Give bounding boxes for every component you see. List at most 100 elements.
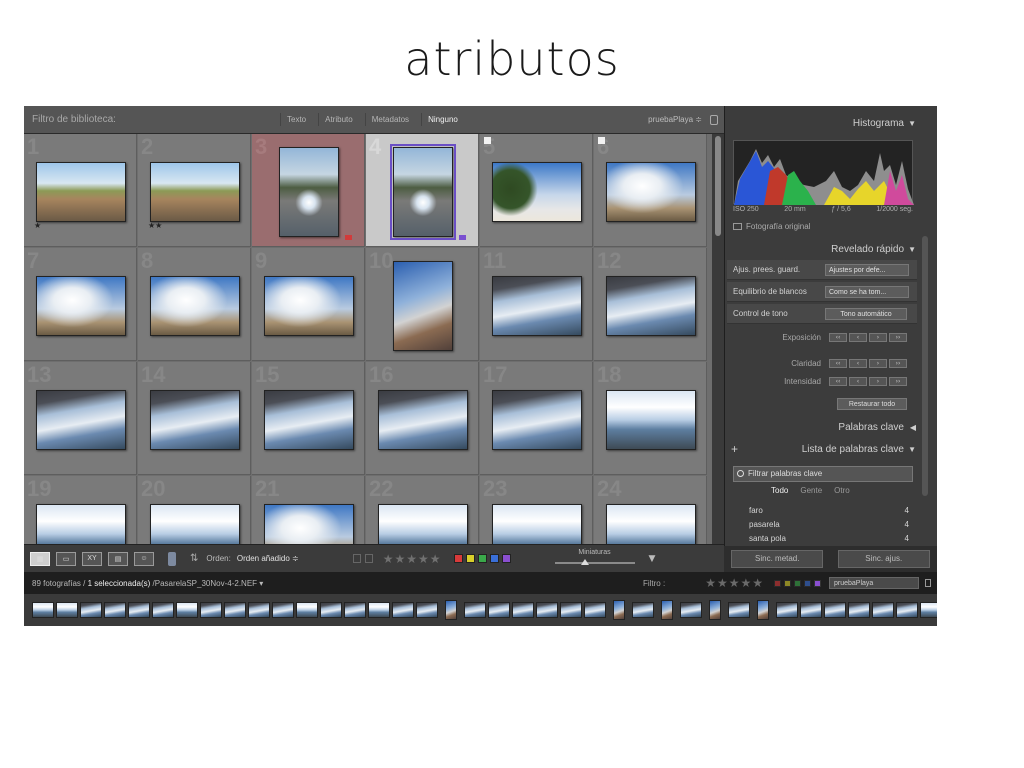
color-label-blue[interactable] [489,554,499,563]
filmstrip-color-green[interactable] [794,579,801,587]
photo-thumbnail[interactable] [150,162,240,222]
photo-thumbnail[interactable] [606,504,696,544]
step-down-button[interactable]: ‹ [849,358,867,368]
filmstrip-thumbnail[interactable] [445,600,457,620]
grid-cell[interactable]: 21 [252,476,365,544]
filmstrip-color-purple[interactable] [814,579,821,587]
grid-cell[interactable]: 10 [366,248,479,361]
thumbnail-slider-track[interactable] [554,561,635,564]
loupe-view-icon[interactable]: ▭ [56,551,76,566]
photo-thumbnail[interactable] [378,390,468,450]
histogram-header[interactable]: Histograma ▼ [725,114,920,134]
photo-thumbnail[interactable] [393,261,453,351]
grid-cell[interactable]: 5 [480,134,593,247]
cell-rating-stars[interactable]: ★ [34,221,41,230]
rating-stars[interactable]: ★★★★★ [383,552,442,566]
spray-can-icon[interactable] [168,551,176,566]
step-up-button[interactable]: › [869,332,887,342]
step-down-button[interactable]: ‹ [849,376,867,386]
filmstrip-thumbnail[interactable] [80,602,102,618]
filter-tab-attribute[interactable]: Atributo [318,113,359,126]
grid-cell[interactable]: 16 [366,362,479,475]
filmstrip-color-yellow[interactable] [784,579,791,587]
flag-icon[interactable] [598,137,605,144]
grid-scrollbar[interactable] [712,134,724,544]
photo-thumbnail[interactable] [264,276,354,336]
step-down-large-button[interactable]: ‹‹ [829,376,847,386]
filmstrip-thumbnail[interactable] [613,600,625,620]
thumbnail-slider-knob[interactable] [580,558,589,565]
grid-cell[interactable]: 22 [366,476,479,544]
grid-cell[interactable]: 7 [24,248,137,361]
collapse-triangle-icon[interactable]: ▼ [908,240,916,260]
photo-thumbnail[interactable] [492,504,582,544]
color-label-purple[interactable] [501,554,511,563]
collapse-triangle-icon[interactable]: ▼ [908,114,916,134]
step-down-large-button[interactable]: ‹‹ [829,332,847,342]
filmstrip-thumbnail[interactable] [848,602,870,618]
filmstrip-thumbnail[interactable] [512,602,534,618]
photo-thumbnail[interactable] [492,276,582,336]
keyword-tab-other[interactable]: Otro [834,486,850,495]
filmstrip-thumbnail[interactable] [896,602,918,618]
filmstrip-thumbnail[interactable] [709,600,721,620]
keyword-tab-all[interactable]: Todo [771,486,788,495]
step-up-button[interactable]: › [869,358,887,368]
filmstrip-thumbnail[interactable] [56,602,78,618]
color-label-red[interactable] [453,554,463,563]
filmstrip-thumbnail[interactable] [248,602,270,618]
filmstrip-thumbnail[interactable] [344,602,366,618]
collapse-triangle-icon[interactable]: ◀ [910,418,916,438]
filmstrip-thumbnail[interactable] [800,602,822,618]
filmstrip-preset-select[interactable]: pruebaPlaya [829,577,919,589]
filter-tab-none[interactable]: Ninguno [421,113,464,126]
color-label-yellow[interactable] [465,554,475,563]
color-label-chip[interactable] [345,235,352,240]
keyword-list-header[interactable]: Lista de palabras clave ▼ [725,440,920,460]
step-up-button[interactable]: › [869,376,887,386]
photo-thumbnail[interactable] [36,390,126,450]
photo-thumbnail[interactable] [36,504,126,544]
photo-thumbnail[interactable] [378,504,468,544]
filmstrip-thumbnail[interactable] [661,600,673,620]
filmstrip-thumbnail[interactable] [757,600,769,620]
photo-thumbnail[interactable] [279,147,339,237]
photo-thumbnail[interactable] [606,276,696,336]
thumbnail-size-slider[interactable]: Miniaturas [554,549,635,569]
grid-cell[interactable]: 2 ★★ [138,134,251,247]
survey-view-icon[interactable]: ▤ [108,551,128,566]
reset-all-button[interactable]: Restaurar todo [837,398,907,410]
keyword-filter-input[interactable]: Filtrar palabras clave [733,466,913,482]
auto-tone-button[interactable]: Tono automático [825,307,907,320]
filmstrip-thumbnail[interactable] [776,602,798,618]
filmstrip-thumbnail[interactable] [584,602,606,618]
color-label-chip[interactable] [459,235,466,240]
filmstrip-thumbnail[interactable] [536,602,558,618]
step-up-large-button[interactable]: ›› [889,376,907,386]
filmstrip-thumbnail[interactable] [176,602,198,618]
grid-cell[interactable]: 12 [594,248,707,361]
photo-thumbnail[interactable] [390,144,456,240]
grid-cell[interactable]: 19 [24,476,137,544]
filmstrip-thumbnail[interactable] [872,602,894,618]
filmstrip-thumbnail[interactable] [104,602,126,618]
selection-info[interactable]: 89 fotografías / 1 seleccionada(s) /Pasa… [32,579,263,588]
grid-cell[interactable]: 20 [138,476,251,544]
step-down-button[interactable]: ‹ [849,332,867,342]
chevron-down-icon[interactable]: ▼ [649,554,656,564]
photo-thumbnail[interactable] [150,390,240,450]
filmstrip-thumbnail[interactable] [152,602,174,618]
photo-thumbnail[interactable] [150,504,240,544]
white-balance-select[interactable]: Como se ha tom... [825,285,909,298]
filter-tab-text[interactable]: Texto [280,113,312,126]
sort-direction-icon[interactable]: ⇅ [190,553,198,564]
panel-scrollbar[interactable] [922,236,928,496]
grid-cell[interactable]: 4 [366,134,479,247]
grid-cell[interactable]: 14 [138,362,251,475]
step-up-large-button[interactable]: ›› [889,358,907,368]
grid-cell[interactable]: 17 [480,362,593,475]
photo-thumbnail[interactable] [264,390,354,450]
filmstrip-thumbnail[interactable] [368,602,390,618]
keyword-item[interactable]: santa pola 4 [749,534,909,543]
grid-view-icon[interactable]: ▦ [30,551,50,566]
